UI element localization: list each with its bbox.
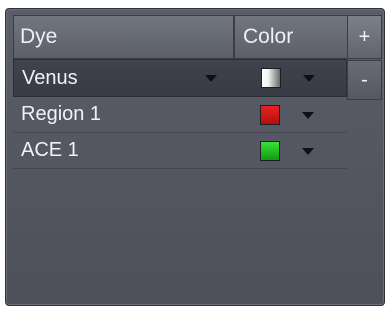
add-dye-button[interactable]: +: [347, 15, 382, 59]
dye-list: Venus Region 1 ACE 1: [13, 59, 347, 169]
dye-name: ACE 1: [21, 139, 79, 161]
dye-row-venus[interactable]: Venus: [13, 59, 347, 97]
dye-name: Region 1: [21, 103, 102, 125]
dye-column-header[interactable]: Dye: [13, 15, 234, 59]
color-swatch[interactable]: [261, 68, 281, 88]
color-dropdown-chevron-down-icon[interactable]: [302, 147, 314, 155]
dye-dropdown-chevron-down-icon[interactable]: [205, 75, 217, 82]
color-header-label: Color: [243, 25, 294, 48]
color-swatch[interactable]: [260, 104, 280, 125]
color-column-header[interactable]: Color: [234, 15, 348, 59]
dye-name: Venus: [22, 66, 78, 89]
color-dropdown-chevron-down-icon[interactable]: [303, 75, 315, 82]
dye-row-ace-1[interactable]: ACE 1: [13, 133, 347, 169]
table-header: Dye Color: [13, 15, 348, 59]
color-swatch[interactable]: [260, 140, 280, 161]
color-dropdown-chevron-down-icon[interactable]: [302, 111, 314, 119]
dye-color-panel: Dye Color + - Venus Region 1 ACE 1: [5, 8, 385, 306]
remove-dye-button[interactable]: -: [347, 60, 382, 100]
dye-header-label: Dye: [20, 25, 58, 48]
dye-row-region-1[interactable]: Region 1: [13, 97, 347, 133]
